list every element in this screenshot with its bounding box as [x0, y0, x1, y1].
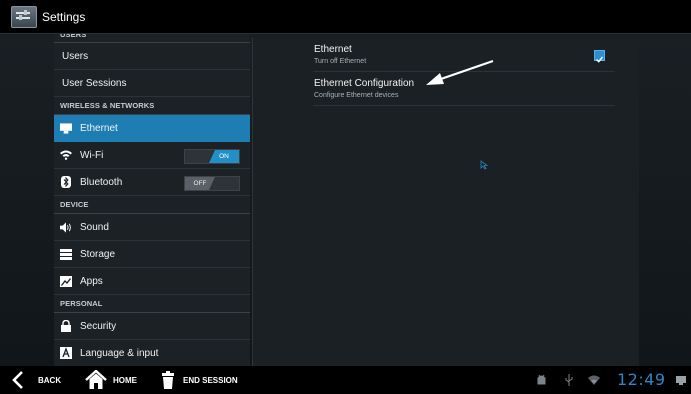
security-label: Security — [80, 320, 117, 332]
home-button[interactable]: HOME — [85, 366, 137, 394]
settings-list: USERS Users User Sessions WIRELESS & NET… — [54, 34, 250, 366]
speaker-icon — [60, 221, 72, 233]
section-header-users: USERS — [54, 34, 250, 43]
section-header-wireless: WIRELESS & NETWORKS — [54, 97, 250, 115]
end-session-label: END SESSION — [183, 375, 238, 385]
language-icon — [60, 347, 72, 359]
settings-item-security[interactable]: Security — [54, 313, 250, 340]
pref-ethernet-summary: Turn off Ethernet — [314, 58, 367, 65]
wifi-label: Wi-Fi — [80, 149, 104, 161]
settings-item-user-sessions[interactable]: User Sessions — [54, 70, 250, 97]
android-debug-icon[interactable] — [536, 374, 547, 386]
settings-item-users[interactable]: Users — [54, 43, 250, 70]
apps-label: Apps — [80, 275, 103, 287]
home-icon — [85, 370, 107, 389]
notification-icon[interactable] — [676, 376, 686, 385]
settings-item-bluetooth[interactable]: Bluetooth OFF — [54, 169, 250, 196]
ethernet-checkbox[interactable] — [594, 50, 605, 63]
wifi-toggle-state: ON — [209, 150, 239, 163]
navigation-bar: BACK HOME END SESSION 12:49 — [0, 366, 691, 394]
users-label: Users — [62, 50, 89, 62]
pref-config-summary: Configure Ethernet devices — [314, 92, 399, 99]
settings-item-sound[interactable]: Sound — [54, 214, 250, 241]
bluetooth-label: Bluetooth — [80, 176, 123, 188]
usb-icon[interactable] — [565, 374, 573, 386]
home-label: HOME — [113, 375, 137, 385]
settings-app-icon[interactable] — [11, 5, 37, 28]
ethernet-label: Ethernet — [80, 122, 118, 134]
back-label: BACK — [38, 375, 62, 385]
pref-ethernet-title: Ethernet — [314, 44, 352, 55]
title-bar: Settings — [0, 0, 691, 34]
status-clock[interactable]: 12:49 — [617, 370, 666, 389]
language-label: Language & input — [80, 347, 159, 359]
bluetooth-toggle-state: OFF — [185, 177, 215, 190]
settings-item-storage[interactable]: Storage — [54, 241, 250, 268]
settings-item-apps[interactable]: Apps — [54, 268, 250, 295]
settings-item-language[interactable]: Language & input — [54, 340, 250, 366]
wifi-status-icon[interactable] — [588, 374, 600, 386]
storage-label: Storage — [80, 248, 116, 260]
back-button[interactable]: BACK — [11, 366, 61, 394]
user-sessions-label: User Sessions — [62, 77, 127, 89]
ethernet-icon — [60, 122, 72, 134]
apps-icon — [60, 275, 72, 287]
bluetooth-toggle[interactable]: OFF — [184, 176, 240, 191]
end-session-button[interactable]: END SESSION — [162, 366, 238, 394]
settings-item-ethernet[interactable]: Ethernet — [54, 115, 250, 142]
mouse-cursor-icon — [480, 160, 488, 170]
lock-icon — [60, 320, 72, 332]
annotation-arrow-icon — [426, 59, 494, 85]
trash-icon — [162, 371, 174, 389]
sound-label: Sound — [80, 221, 109, 233]
section-header-personal: PERSONAL — [54, 295, 250, 313]
window-title: Settings — [42, 9, 86, 24]
storage-icon — [60, 248, 72, 260]
checkmark-icon — [596, 56, 604, 63]
back-arrow-icon — [12, 371, 23, 389]
wifi-toggle[interactable]: ON — [184, 149, 240, 164]
pref-config-title: Ethernet Configuration — [314, 78, 415, 89]
bluetooth-icon — [60, 176, 72, 188]
section-header-device: DEVICE — [54, 196, 250, 214]
wifi-icon — [60, 149, 72, 161]
settings-item-wifi[interactable]: Wi-Fi ON — [54, 142, 250, 169]
